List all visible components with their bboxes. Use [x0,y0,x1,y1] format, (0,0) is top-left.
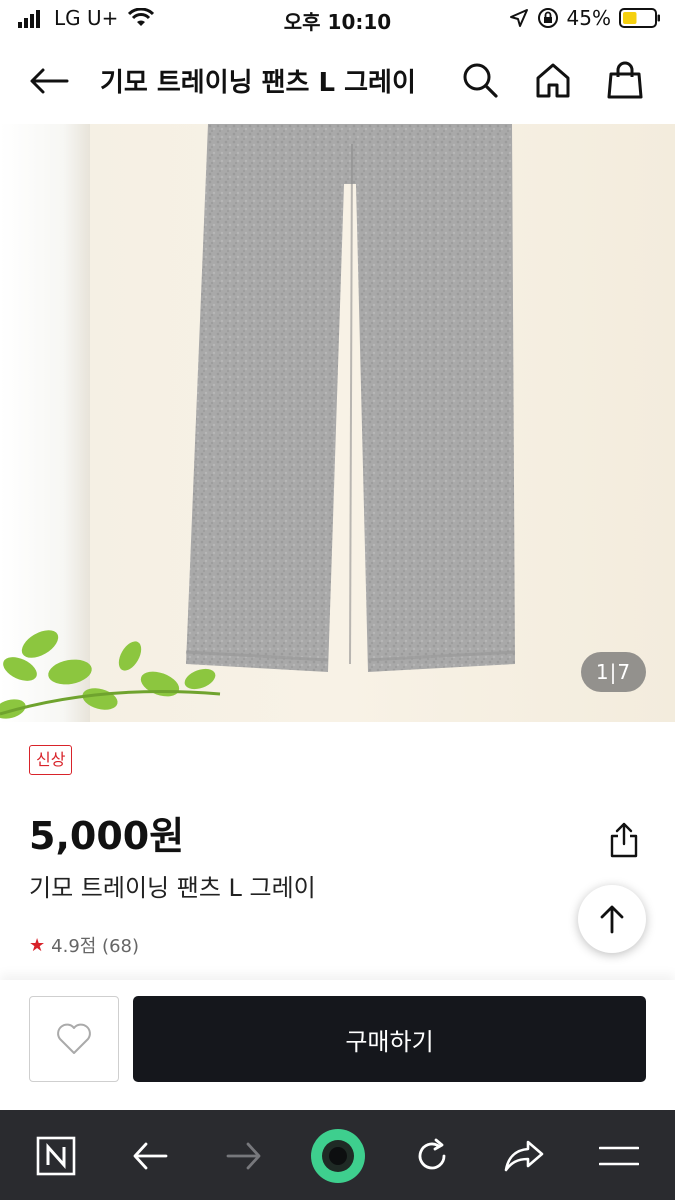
app-header: 기모 트레이닝 팬츠 L 그레이 [0,38,675,124]
naver-button[interactable] [26,1128,86,1184]
rating-text: 4.9점 (68) [51,936,139,957]
arrow-up-icon [600,905,624,934]
back-button[interactable] [26,60,72,102]
product-name: 기모 트레이닝 팬츠 L 그레이 [29,874,316,902]
product-photo [0,124,675,722]
status-right: 45% [509,6,661,30]
search-button[interactable] [458,58,502,102]
search-icon [463,63,498,98]
forward-arrow-icon [226,1142,261,1170]
refresh-button[interactable] [402,1128,462,1184]
battery-fill [623,12,637,24]
menu-icon [599,1146,639,1166]
wifi-icon [128,8,155,28]
browser-toolbar [0,1110,675,1200]
status-left: LG U+ [18,6,155,30]
share-icon [610,822,638,858]
home-icon [536,63,570,98]
scroll-to-top-button[interactable] [578,885,646,953]
buy-button[interactable]: 구매하기 [133,996,646,1082]
share-arrow-icon [504,1140,544,1172]
cart-button[interactable] [603,58,647,102]
green-dot-icon [311,1129,365,1183]
back-arrow-icon [30,68,69,94]
purchase-bar: 구매하기 [0,980,675,1110]
signal-icon [18,8,44,28]
refresh-icon [418,1138,446,1170]
star-icon: ★ [29,934,46,956]
back-arrow-icon [133,1142,168,1170]
menu-button[interactable] [589,1128,649,1184]
share-button[interactable] [604,818,644,862]
wishlist-button[interactable] [29,996,119,1082]
product-price: 5,000원 [29,814,185,858]
image-counter: 1|7 [581,652,646,692]
battery-percent: 45% [566,6,611,30]
shopping-bag-icon [607,61,643,99]
share-page-button[interactable] [494,1128,554,1184]
naver-n-icon [36,1136,76,1176]
home-button[interactable] [531,58,575,102]
browser-back-button[interactable] [120,1128,180,1184]
carrier-label: LG U+ [54,6,119,30]
location-arrow-icon [509,8,529,28]
green-dot-button[interactable] [308,1128,368,1184]
status-bar: LG U+ 오후 10:10 45% [0,0,675,38]
heart-icon [57,1023,91,1054]
product-image[interactable]: 1|7 [0,124,675,722]
rotation-lock-icon [537,7,559,29]
rating[interactable]: ★ 4.9점 (68) [29,932,139,958]
new-badge: 신상 [29,745,73,775]
battery-icon [619,7,661,29]
page-title: 기모 트레이닝 팬츠 L 그레이 [100,68,416,98]
browser-forward-button[interactable] [214,1128,274,1184]
